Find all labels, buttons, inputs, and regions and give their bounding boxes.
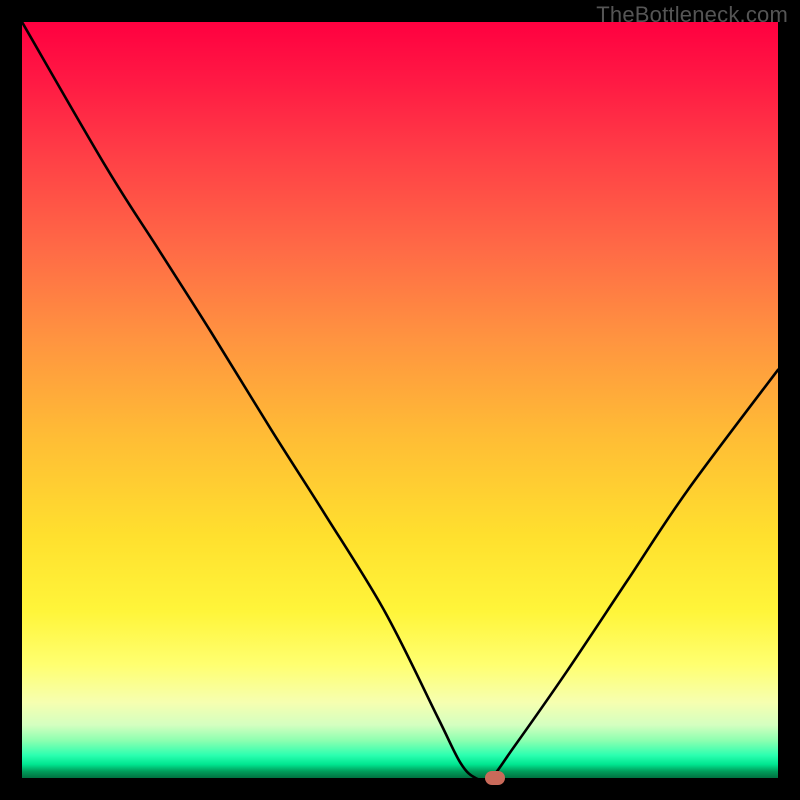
plot-area [22,22,778,778]
chart-container: TheBottleneck.com [0,0,800,800]
watermark-text: TheBottleneck.com [596,2,788,28]
optimal-point-marker [485,771,505,785]
bottleneck-curve [22,22,778,778]
